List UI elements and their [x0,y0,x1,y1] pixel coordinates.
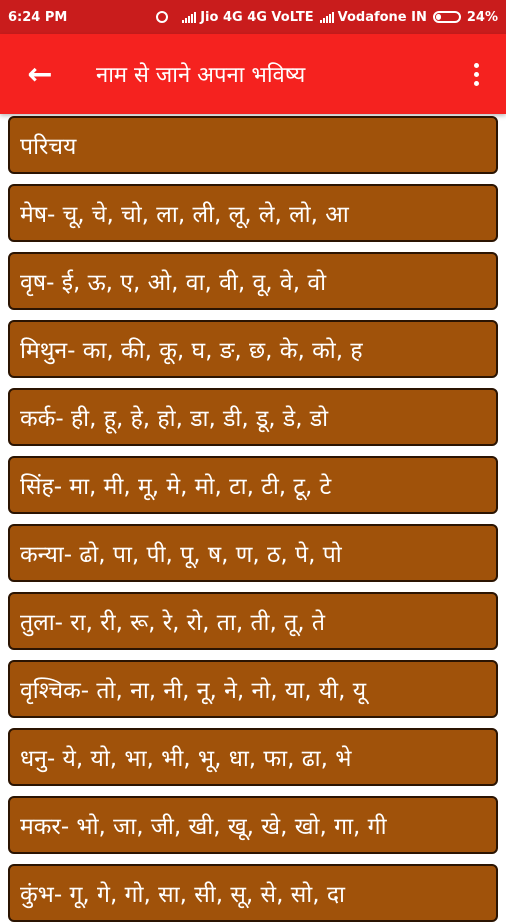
arrow-left-icon[interactable]: ← [12,46,68,102]
list-item-kumbh[interactable]: कुंभ- गू, गे, गो, सा, सी, सू, से, सो, दा [8,864,498,922]
battery-percent: 24% [466,9,498,25]
alarm-icon [156,11,169,23]
app-bar: ← नाम से जाने अपना भविष्य [0,34,506,114]
carrier2-label: Vodafone IN [337,9,427,25]
list-item-dhanu[interactable]: धनु- ये, यो, भा, भी, भू, धा, फा, ढा, भे [8,728,498,786]
carrier1-group: Jio 4G 4G VoLTE [182,9,314,25]
list-item-mesh[interactable]: मेष- चू, चे, चो, ला, ली, लू, ले, लो, आ [8,184,498,242]
battery-icon [432,11,461,23]
list-item-vrishchik[interactable]: वृश्चिक- तो, ना, नी, नू, ने, नो, या, यी,… [8,660,498,718]
list-item-makar[interactable]: मकर- भो, जा, जी, खी, खू, खे, खो, गा, गी [8,796,498,854]
list-item-tula[interactable]: तुला- रा, री, रू, रे, रो, ता, ती, तू, ते [8,592,498,650]
more-vert-icon[interactable] [464,54,488,94]
list-item-singh[interactable]: सिंह- मा, मी, मू, मे, मो, टा, टी, टू, टे [8,456,498,514]
status-right: Jio 4G 4G VoLTE Vodafone IN 24% [156,10,498,25]
list-item-vrish[interactable]: वृष- ई, ऊ, ए, ओ, वा, वी, वू, वे, वो [8,252,498,310]
list-item-kanya[interactable]: कन्या- ढो, पा, पी, पू, ष, ण, ठ, पे, पो [8,524,498,582]
list-item-parichay[interactable]: परिचय [8,116,498,174]
signal-icon [319,11,334,23]
status-bar: 6:24 PM Jio 4G 4G VoLTE Vodafone IN 24% [0,0,506,34]
carrier2-group: Vodafone IN [319,9,427,25]
list-item-kark[interactable]: कर्क- ही, हू, हे, हो, डा, डी, डू, डे, डो [8,388,498,446]
carrier1-label: Jio 4G 4G VoLTE [200,9,314,25]
status-time: 6:24 PM [8,9,68,25]
app-title: नाम से जाने अपना भविष्य [96,63,306,88]
signal-icon [182,11,197,23]
list-item-mithun[interactable]: मिथुन- का, की, कू, घ, ङ, छ, के, को, ह [8,320,498,378]
